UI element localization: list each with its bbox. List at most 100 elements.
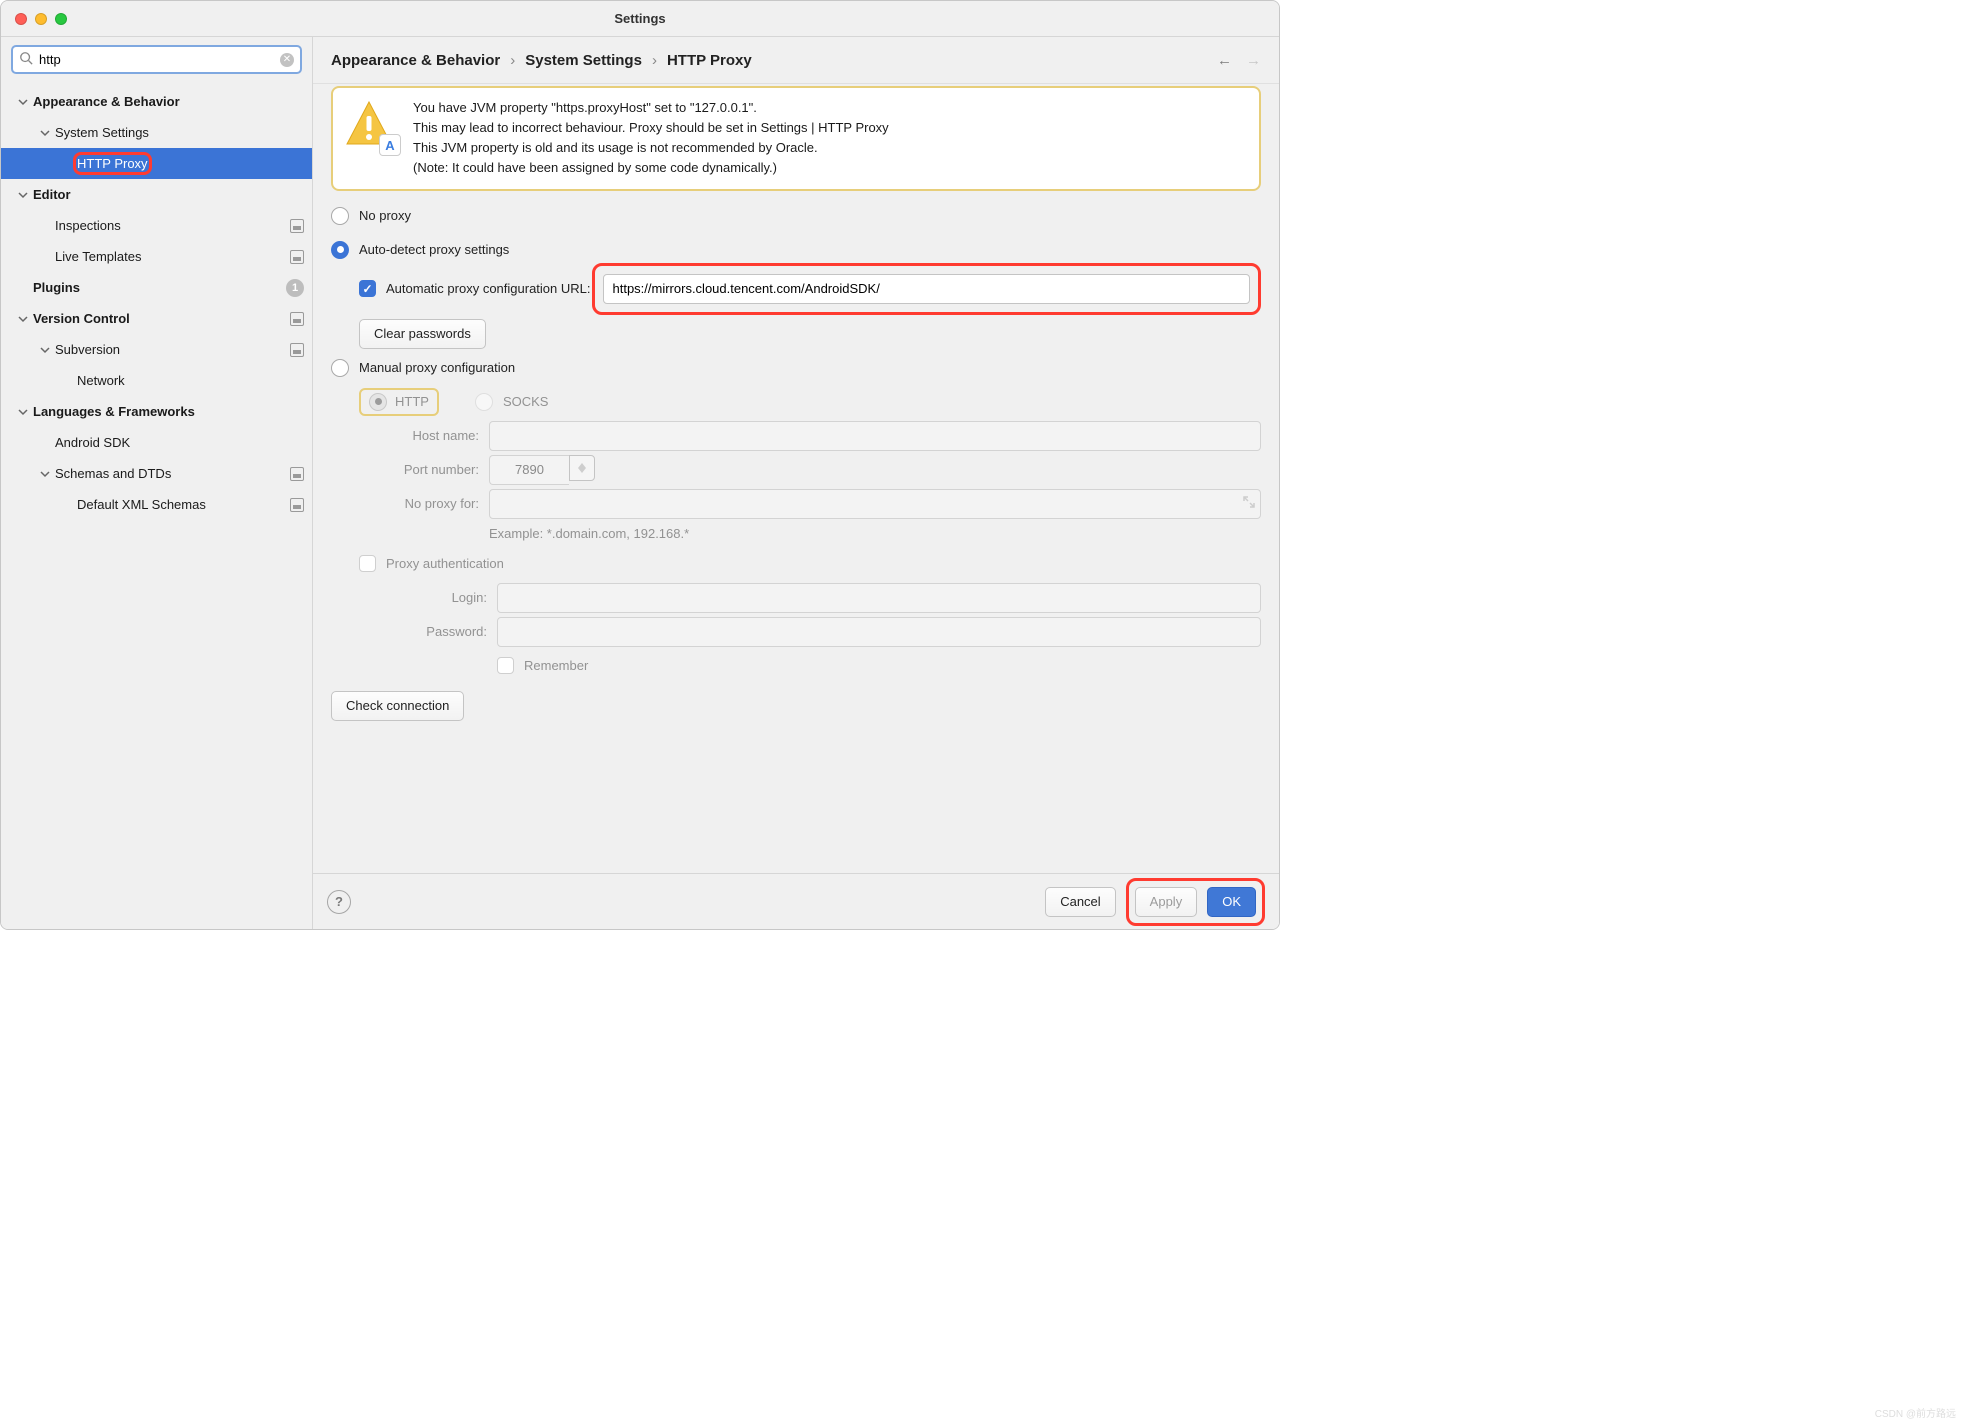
project-scope-icon xyxy=(290,467,304,481)
clear-passwords-button[interactable]: Clear passwords xyxy=(359,319,486,349)
hostname-input xyxy=(489,421,1261,451)
android-studio-icon: A xyxy=(379,134,401,156)
check-connection-button[interactable]: Check connection xyxy=(331,691,464,721)
clear-search-icon[interactable]: ✕ xyxy=(280,53,294,67)
tree-item-schemas-and-dtds[interactable]: Schemas and DTDs xyxy=(1,458,312,489)
alert-line: (Note: It could have been assigned by so… xyxy=(413,158,889,178)
tree-item-languages-frameworks[interactable]: Languages & Frameworks xyxy=(1,396,312,427)
tree-item-label: Android SDK xyxy=(55,435,130,450)
alert-line: This JVM property is old and its usage i… xyxy=(413,138,889,158)
warning-icon: A xyxy=(343,98,399,154)
help-button[interactable]: ? xyxy=(327,890,351,914)
tree-item-network[interactable]: Network xyxy=(1,365,312,396)
tree-item-default-xml-schemas[interactable]: Default XML Schemas xyxy=(1,489,312,520)
tree-item-label: Schemas and DTDs xyxy=(55,466,171,481)
count-badge: 1 xyxy=(286,279,304,297)
proxyauth-checkbox xyxy=(359,555,376,572)
tree-item-label: Live Templates xyxy=(55,249,141,264)
login-label: Login: xyxy=(367,590,487,605)
project-scope-icon xyxy=(290,343,304,357)
chevron-right-icon: › xyxy=(652,52,657,69)
password-input xyxy=(497,617,1261,647)
noproxy-example: Example: *.domain.com, 192.168.* xyxy=(489,526,689,541)
tree-item-label: Subversion xyxy=(55,342,120,357)
chevron-down-icon xyxy=(17,313,29,325)
chevron-right-icon: › xyxy=(510,52,515,69)
remember-checkbox xyxy=(497,657,514,674)
breadcrumb-item[interactable]: System Settings xyxy=(525,52,642,69)
settings-tree: Appearance & Behavior System Settings HTTP… xyxy=(1,80,312,929)
no-proxy-label: No proxy xyxy=(359,208,411,223)
tree-item-label: HTTP Proxy xyxy=(77,156,152,171)
socks-protocol-radio xyxy=(475,393,493,411)
alert-line: You have JVM property "https.proxyHost" … xyxy=(413,98,889,118)
port-input xyxy=(489,455,569,485)
tree-item-version-control[interactable]: Version Control xyxy=(1,303,312,334)
pac-url-label: Automatic proxy configuration URL: xyxy=(386,281,590,296)
proxyauth-label: Proxy authentication xyxy=(386,556,504,571)
hostname-label: Host name: xyxy=(359,428,479,443)
search-icon xyxy=(19,51,33,68)
tree-item-editor[interactable]: Editor xyxy=(1,179,312,210)
chevron-down-icon xyxy=(17,406,29,418)
tree-item-appearance-behavior[interactable]: Appearance & Behavior xyxy=(1,86,312,117)
chevron-down-icon xyxy=(39,468,51,480)
nav-back-icon[interactable]: ← xyxy=(1217,52,1232,69)
settings-search[interactable]: ✕ xyxy=(11,45,302,74)
breadcrumb-item[interactable]: HTTP Proxy xyxy=(667,52,752,69)
tree-item-label: Plugins xyxy=(33,280,80,295)
window-title: Settings xyxy=(1,11,1279,26)
apply-button[interactable]: Apply xyxy=(1135,887,1198,917)
chevron-down-icon xyxy=(39,127,51,139)
tree-item-system-settings[interactable]: System Settings xyxy=(1,117,312,148)
nav-forward-icon: → xyxy=(1246,52,1261,69)
manual-proxy-label: Manual proxy configuration xyxy=(359,360,515,375)
noproxyfor-label: No proxy for: xyxy=(359,496,479,511)
manual-proxy-radio[interactable] xyxy=(331,359,349,377)
tree-item-label: Inspections xyxy=(55,218,121,233)
noproxyfor-input xyxy=(489,489,1261,519)
pac-url-checkbox[interactable] xyxy=(359,280,376,297)
remember-label: Remember xyxy=(524,658,588,673)
http-protocol-radio xyxy=(369,393,387,411)
tree-item-label: Languages & Frameworks xyxy=(33,404,195,419)
breadcrumb-item[interactable]: Appearance & Behavior xyxy=(331,52,500,69)
watermark: CSDN @前方路远 xyxy=(1875,1405,1956,1420)
dialog-footer: ? Cancel Apply OK xyxy=(313,873,1279,929)
http-protocol-label: HTTP xyxy=(395,394,429,409)
port-label: Port number: xyxy=(359,462,479,477)
ok-button[interactable]: OK xyxy=(1207,887,1256,917)
project-scope-icon xyxy=(290,250,304,264)
tree-item-label: Editor xyxy=(33,187,71,202)
tree-item-http-proxy[interactable]: HTTP Proxy xyxy=(1,148,312,179)
password-label: Password: xyxy=(367,624,487,639)
expand-icon xyxy=(1243,496,1255,508)
tree-item-plugins[interactable]: Plugins 1 xyxy=(1,272,312,303)
tree-item-android-sdk[interactable]: Android SDK xyxy=(1,427,312,458)
autodetect-label: Auto-detect proxy settings xyxy=(359,242,509,257)
titlebar: Settings xyxy=(1,1,1279,37)
socks-protocol-label: SOCKS xyxy=(503,394,549,409)
tree-item-subversion[interactable]: Subversion xyxy=(1,334,312,365)
tree-item-label: System Settings xyxy=(55,125,149,140)
port-stepper xyxy=(569,455,595,481)
cancel-button[interactable]: Cancel xyxy=(1045,887,1115,917)
warning-banner: A You have JVM property "https.proxyHost… xyxy=(331,86,1261,191)
settings-sidebar: ✕ Appearance & Behavior System Settings HT… xyxy=(1,37,313,929)
breadcrumb: Appearance & Behavior › System Settings … xyxy=(313,37,1279,84)
tree-item-label: Appearance & Behavior xyxy=(33,94,180,109)
chevron-down-icon xyxy=(17,96,29,108)
tree-item-live-templates[interactable]: Live Templates xyxy=(1,241,312,272)
autodetect-proxy-radio[interactable] xyxy=(331,241,349,259)
tree-item-label: Network xyxy=(77,373,125,388)
no-proxy-radio[interactable] xyxy=(331,207,349,225)
tree-item-label: Default XML Schemas xyxy=(77,497,206,512)
chevron-down-icon xyxy=(39,344,51,356)
tree-item-inspections[interactable]: Inspections xyxy=(1,210,312,241)
pac-url-input[interactable] xyxy=(603,274,1250,304)
search-input[interactable] xyxy=(39,52,274,67)
project-scope-icon xyxy=(290,312,304,326)
tree-item-label: Version Control xyxy=(33,311,130,326)
project-scope-icon xyxy=(290,219,304,233)
login-input xyxy=(497,583,1261,613)
